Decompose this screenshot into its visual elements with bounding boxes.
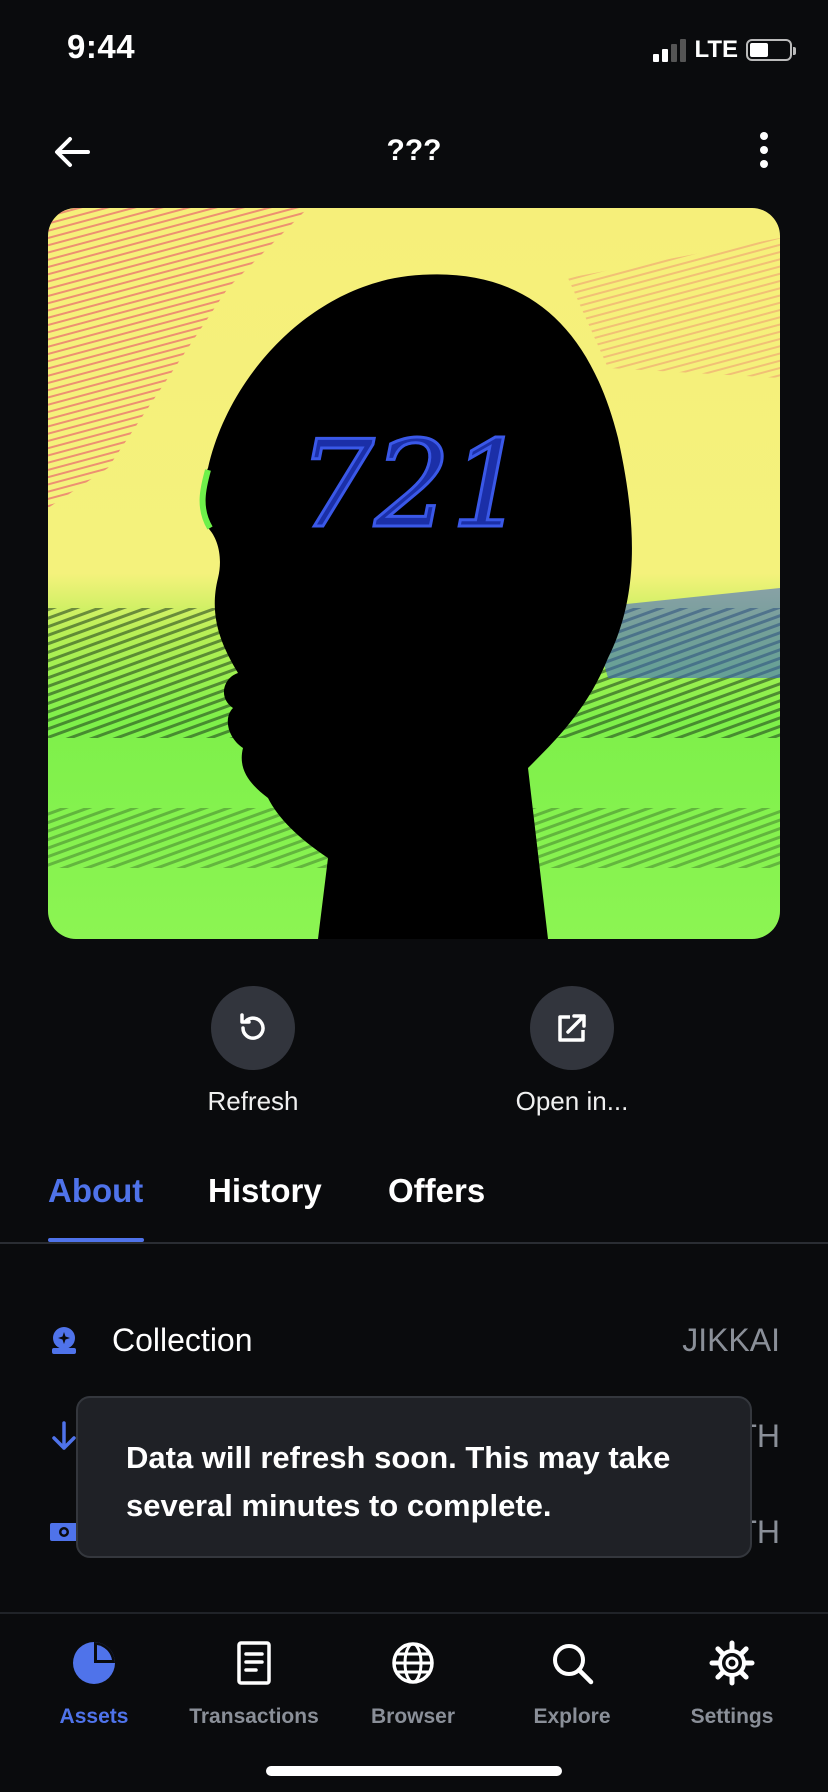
detail-value: JIKKAI bbox=[682, 1322, 780, 1358]
nav-assets[interactable]: Assets bbox=[14, 1640, 174, 1729]
toast-message: Data will refresh soon. This may take se… bbox=[126, 1440, 671, 1523]
collection-icon bbox=[52, 1327, 76, 1354]
nav-label: Settings bbox=[690, 1705, 774, 1728]
nft-image[interactable]: 721 bbox=[48, 208, 780, 939]
detail-label: Collection bbox=[112, 1322, 253, 1358]
nav-transactions[interactable]: Transactions bbox=[174, 1640, 334, 1729]
nav-explore[interactable]: Explore bbox=[492, 1640, 652, 1729]
tab-offers[interactable]: Offers bbox=[388, 1172, 485, 1210]
nav-label: Explore bbox=[533, 1705, 611, 1728]
external-link-icon bbox=[558, 1014, 586, 1042]
page-title: ??? bbox=[386, 134, 442, 167]
nav-browser[interactable]: Browser bbox=[333, 1640, 493, 1729]
refresh-label: Refresh bbox=[207, 1086, 299, 1116]
status-indicators: LTE bbox=[653, 36, 796, 64]
status-time: 9:44 bbox=[67, 28, 136, 65]
tab-about[interactable]: About bbox=[48, 1172, 143, 1210]
open-in-label: Open in... bbox=[515, 1086, 629, 1116]
network-label: LTE bbox=[694, 36, 738, 63]
pie-chart-icon bbox=[73, 1642, 115, 1684]
refresh-icon bbox=[240, 1013, 265, 1040]
refresh-action[interactable]: Refresh bbox=[143, 986, 363, 1117]
detail-tabs: About History Offers bbox=[0, 1160, 828, 1244]
bottom-nav: Assets Transactions Browser Explore Sett… bbox=[0, 1612, 828, 1792]
search-icon bbox=[553, 1644, 594, 1685]
nav-label: Browser bbox=[370, 1705, 456, 1728]
more-vertical-icon bbox=[760, 132, 768, 168]
home-indicator[interactable] bbox=[266, 1766, 562, 1776]
open-in-button[interactable] bbox=[530, 986, 614, 1070]
status-bar: 9:44 LTE bbox=[0, 0, 828, 100]
toast-notification: Data will refresh soon. This may take se… bbox=[76, 1396, 752, 1558]
nav-label: Transactions bbox=[189, 1705, 319, 1728]
refresh-button[interactable] bbox=[211, 986, 295, 1070]
gear-icon bbox=[709, 1640, 755, 1686]
globe-icon bbox=[392, 1642, 434, 1684]
nav-label: Assets bbox=[59, 1705, 129, 1728]
nft-artwork: 721 bbox=[48, 208, 780, 939]
tab-active-indicator bbox=[48, 1238, 144, 1242]
more-options-button[interactable] bbox=[754, 128, 774, 172]
signal-icon bbox=[653, 38, 687, 62]
nav-settings[interactable]: Settings bbox=[652, 1640, 812, 1729]
battery-icon bbox=[746, 39, 796, 61]
detail-row-collection[interactable]: Collection JIKKAI bbox=[0, 1312, 828, 1372]
nav-header: ??? bbox=[0, 110, 828, 194]
document-icon bbox=[237, 1641, 271, 1685]
nft-art-text: 721 bbox=[298, 416, 527, 555]
open-in-action[interactable]: Open in... bbox=[462, 986, 682, 1117]
tab-history[interactable]: History bbox=[208, 1172, 322, 1210]
